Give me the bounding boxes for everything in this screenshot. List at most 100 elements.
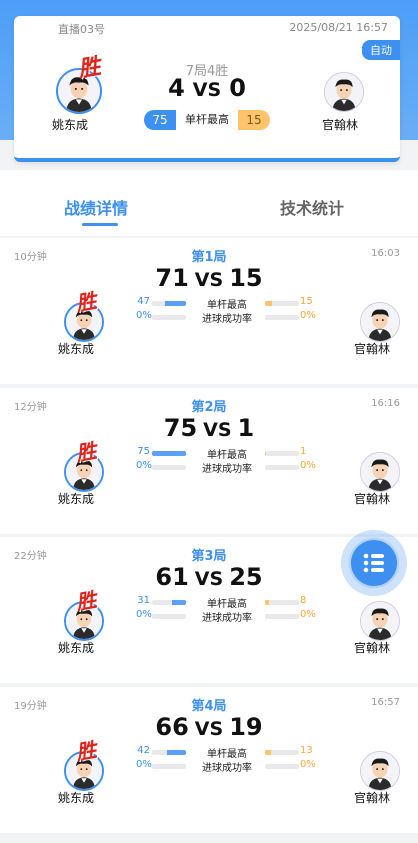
left-pot-rate: 0% bbox=[136, 460, 152, 471]
game-score: 75 VS 1 bbox=[0, 414, 418, 442]
right-pot-bar bbox=[265, 465, 299, 470]
pot-success-row: 0% 进球成功率 0% bbox=[136, 310, 318, 325]
game-card[interactable]: 19分钟 16:57 第4局 66 VS 19 42 单杆最高 13 0% 进球成功率 0% 胜姚东成官… bbox=[0, 687, 418, 833]
game-title: 第2局 bbox=[191, 400, 227, 415]
highest-break-row: 31 单杆最高 8 bbox=[136, 595, 318, 610]
right-break-fill bbox=[265, 600, 269, 605]
right-player-avatar[interactable] bbox=[360, 452, 400, 492]
match-score: 4 VS 0 bbox=[14, 74, 400, 102]
right-break-bar bbox=[265, 451, 299, 456]
highest-break-label: 单杆最高 bbox=[207, 749, 247, 760]
left-player-name: 姚东成 bbox=[52, 118, 89, 132]
right-player-name: 官翰林 bbox=[322, 118, 359, 132]
left-break-fill bbox=[172, 600, 186, 605]
floating-menu-button[interactable] bbox=[341, 530, 407, 596]
right-game-score: 19 bbox=[229, 713, 263, 741]
match-summary-card: 直播03号 2025/08/21 16:57 自动 胜 姚东成 官翰林 7局4胜… bbox=[14, 16, 400, 162]
tab-technical-stats[interactable]: 技术统计 bbox=[280, 195, 344, 219]
page: 直播03号 2025/08/21 16:57 自动 胜 姚东成 官翰林 7局4胜… bbox=[0, 0, 418, 843]
pot-success-row: 0% 进球成功率 0% bbox=[136, 460, 318, 475]
game-score: 71 VS 15 bbox=[0, 264, 418, 292]
right-break-bar bbox=[265, 750, 299, 755]
left-highest-break: 75 bbox=[137, 446, 150, 457]
pot-success-row: 0% 进球成功率 0% bbox=[136, 609, 318, 624]
right-player-name: 官翰林 bbox=[354, 342, 391, 356]
right-pot-bar bbox=[265, 614, 299, 619]
left-break-fill bbox=[164, 301, 186, 306]
right-game-score: 25 bbox=[229, 563, 263, 591]
right-break-fill bbox=[265, 451, 266, 456]
left-game-score: 71 bbox=[155, 264, 189, 292]
left-player-name: 姚东成 bbox=[58, 641, 95, 655]
right-pot-rate: 0% bbox=[300, 310, 316, 321]
left-pot-rate: 0% bbox=[136, 609, 152, 620]
right-game-score: 15 bbox=[229, 264, 263, 292]
vs-label: VS bbox=[194, 718, 224, 740]
left-break-fill bbox=[166, 750, 186, 755]
tab-bar: 战绩详情 技术统计 bbox=[0, 170, 418, 236]
right-break-bar bbox=[265, 600, 299, 605]
list-menu-icon bbox=[363, 553, 384, 573]
right-highest-break: 1 bbox=[300, 446, 307, 457]
game-card[interactable]: 12分钟 16:16 第2局 75 VS 1 75 单杆最高 1 0% 进球成功率 0% 胜姚东成 官翰林 bbox=[0, 388, 418, 534]
highest-break-row: 75 单杆最高 1 bbox=[136, 446, 318, 461]
right-player-avatar[interactable] bbox=[360, 302, 400, 342]
left-pot-bar bbox=[152, 614, 186, 619]
player-avatar-icon bbox=[361, 752, 399, 790]
left-highest-break: 31 bbox=[137, 595, 150, 606]
pot-success-label: 进球成功率 bbox=[202, 464, 252, 475]
right-game-score: 1 bbox=[237, 414, 255, 442]
left-break-bar bbox=[152, 301, 186, 306]
tab-match-details[interactable]: 战绩详情 bbox=[64, 195, 128, 219]
left-pot-bar bbox=[152, 315, 186, 320]
right-break-bar bbox=[265, 301, 299, 306]
auto-badge[interactable]: 自动 bbox=[362, 40, 400, 60]
left-player-name: 姚东成 bbox=[58, 791, 95, 805]
player-avatar-icon bbox=[361, 453, 399, 491]
right-highest-break: 15 bbox=[238, 110, 270, 130]
pot-success-label: 进球成功率 bbox=[202, 613, 252, 624]
left-break-bar bbox=[152, 750, 186, 755]
left-player-name: 姚东成 bbox=[58, 492, 95, 506]
match-datetime: 2025/08/21 16:57 bbox=[289, 21, 388, 34]
highest-break-row: 47 单杆最高 15 bbox=[136, 296, 318, 311]
player-avatar-icon bbox=[361, 602, 399, 640]
game-title: 第4局 bbox=[191, 699, 227, 714]
right-player-avatar[interactable] bbox=[360, 601, 400, 641]
right-player-avatar[interactable] bbox=[360, 751, 400, 791]
right-pot-bar bbox=[265, 764, 299, 769]
right-pot-rate: 0% bbox=[300, 609, 316, 620]
game-score: 66 VS 19 bbox=[0, 713, 418, 741]
player-avatar-icon bbox=[361, 303, 399, 341]
left-highest-break: 42 bbox=[137, 745, 150, 756]
left-total-score: 4 bbox=[168, 74, 185, 102]
highest-break-comparison: 75 单杆最高 15 bbox=[144, 110, 270, 130]
pot-success-label: 进球成功率 bbox=[202, 763, 252, 774]
right-total-score: 0 bbox=[229, 74, 246, 102]
right-highest-break: 8 bbox=[300, 595, 307, 606]
right-break-fill bbox=[265, 750, 271, 755]
active-tab-underline bbox=[82, 223, 118, 226]
left-pot-bar bbox=[152, 764, 186, 769]
left-pot-rate: 0% bbox=[136, 310, 152, 321]
right-highest-break: 13 bbox=[300, 745, 313, 756]
room-label: 直播03号 bbox=[58, 23, 105, 36]
right-player-name: 官翰林 bbox=[354, 641, 391, 655]
highest-break-label: 单杆最高 bbox=[207, 300, 247, 311]
game-card[interactable]: 10分钟 16:03 第1局 71 VS 15 47 单杆最高 15 0% 进球成功率 0% 胜姚东成官… bbox=[0, 238, 418, 384]
game-title: 第1局 bbox=[191, 250, 227, 265]
vs-label: VS bbox=[203, 419, 232, 441]
left-break-bar bbox=[152, 600, 186, 605]
vs-label: VS bbox=[192, 79, 222, 101]
highest-break-label: 单杆最高 bbox=[207, 599, 247, 610]
highest-break-label: 单杆最高 bbox=[185, 113, 229, 126]
left-highest-break: 75 bbox=[144, 110, 176, 130]
vs-label: VS bbox=[194, 269, 224, 291]
pot-success-row: 0% 进球成功率 0% bbox=[136, 759, 318, 774]
left-player-name: 姚东成 bbox=[58, 342, 95, 356]
vs-label: VS bbox=[194, 568, 224, 590]
left-game-score: 66 bbox=[155, 713, 189, 741]
left-game-score: 75 bbox=[163, 414, 198, 442]
pot-success-label: 进球成功率 bbox=[202, 314, 252, 325]
left-game-score: 61 bbox=[155, 563, 189, 591]
